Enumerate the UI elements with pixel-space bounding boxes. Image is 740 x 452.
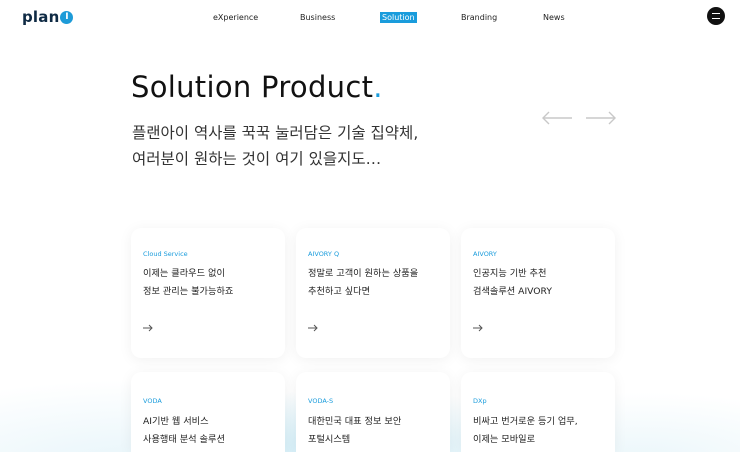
nav-branding[interactable]: Branding bbox=[459, 12, 499, 23]
product-card-dxp[interactable]: DXp 비싸고 번거로운 등기 업무, 이제는 모바일로 bbox=[461, 372, 615, 452]
card-line: 정말로 고객이 원하는 상품을 bbox=[308, 268, 419, 279]
card-line: 추천하고 싶다면 bbox=[308, 286, 371, 297]
page-title-text: Solution Product bbox=[131, 70, 374, 104]
next-button[interactable] bbox=[585, 108, 617, 128]
product-card-aivory-q[interactable]: AIVORY Q 정말로 고객이 원하는 상품을 추천하고 싶다면 bbox=[296, 228, 450, 358]
hamburger-icon bbox=[712, 13, 720, 15]
nav-experience[interactable]: eXperience bbox=[211, 12, 260, 23]
card-tag: VODA bbox=[143, 397, 162, 405]
main-nav: eXperience Business Solution Branding Ne… bbox=[0, 12, 740, 26]
arrow-left-icon bbox=[542, 111, 572, 125]
card-line: 검색솔루션 AIVORY bbox=[473, 286, 552, 297]
card-line: 이제는 클라우드 없이 bbox=[143, 268, 225, 279]
card-description: 대한민국 대표 정보 보안 포털시스템 bbox=[308, 413, 448, 449]
card-line: 대한민국 대표 정보 보안 bbox=[308, 416, 402, 427]
card-tag: VODA-S bbox=[308, 397, 334, 405]
card-tag: AIVORY Q bbox=[308, 250, 340, 258]
card-description: 정말로 고객이 원하는 상품을 추천하고 싶다면 bbox=[308, 265, 448, 301]
nav-news[interactable]: News bbox=[541, 12, 567, 23]
subtitle-line: 여러분이 원하는 것이 여기 있을지도… bbox=[132, 150, 382, 168]
card-description: 이제는 클라우드 없이 정보 관리는 불가능하죠 bbox=[143, 265, 283, 301]
card-line: 인공지능 기반 추천 bbox=[473, 268, 547, 279]
site-header: plan I eXperience Business Solution Bran… bbox=[0, 0, 740, 36]
product-card-cloud-service[interactable]: Cloud Service 이제는 클라우드 없이 정보 관리는 불가능하죠 bbox=[131, 228, 285, 358]
nav-business[interactable]: Business bbox=[298, 12, 337, 23]
subtitle-line: 플랜아이 역사를 꾹꾹 눌러담은 기술 집약체, bbox=[132, 124, 419, 142]
card-line: 사용행태 분석 솔루션 bbox=[143, 434, 225, 445]
product-card-voda-s[interactable]: VODA-S 대한민국 대표 정보 보안 포털시스템 bbox=[296, 372, 450, 452]
card-description: 비싸고 번거로운 등기 업무, 이제는 모바일로 bbox=[473, 413, 613, 449]
product-card-aivory[interactable]: AIVORY 인공지능 기반 추천 검색솔루션 AIVORY bbox=[461, 228, 615, 358]
arrow-right-icon bbox=[586, 111, 616, 125]
card-line: AI기반 웹 서비스 bbox=[143, 416, 209, 427]
card-tag: AIVORY bbox=[473, 250, 497, 258]
page-subtitle: 플랜아이 역사를 꾹꾹 눌러담은 기술 집약체, 여러분이 원하는 것이 여기 … bbox=[132, 120, 452, 172]
product-card-voda[interactable]: VODA AI기반 웹 서비스 사용행태 분석 솔루션 bbox=[131, 372, 285, 452]
card-line: 정보 관리는 불가능하죠 bbox=[143, 286, 234, 297]
card-line: 비싸고 번거로운 등기 업무, bbox=[473, 416, 578, 427]
card-line: 포털시스템 bbox=[308, 434, 351, 445]
nav-solution[interactable]: Solution bbox=[380, 12, 417, 23]
card-tag: Cloud Service bbox=[143, 250, 188, 258]
arrow-right-icon bbox=[308, 324, 318, 332]
page-title: Solution Product. bbox=[131, 70, 383, 104]
page-title-accent: . bbox=[373, 70, 383, 104]
card-tag: DXp bbox=[473, 397, 487, 405]
hamburger-icon-line bbox=[712, 17, 720, 19]
prev-button[interactable] bbox=[541, 108, 573, 128]
arrow-right-icon bbox=[143, 324, 153, 332]
card-description: AI기반 웹 서비스 사용행태 분석 솔루션 bbox=[143, 413, 283, 449]
menu-button[interactable] bbox=[707, 7, 725, 25]
card-line: 이제는 모바일로 bbox=[473, 434, 536, 445]
arrow-right-icon bbox=[473, 324, 483, 332]
card-description: 인공지능 기반 추천 검색솔루션 AIVORY bbox=[473, 265, 613, 301]
